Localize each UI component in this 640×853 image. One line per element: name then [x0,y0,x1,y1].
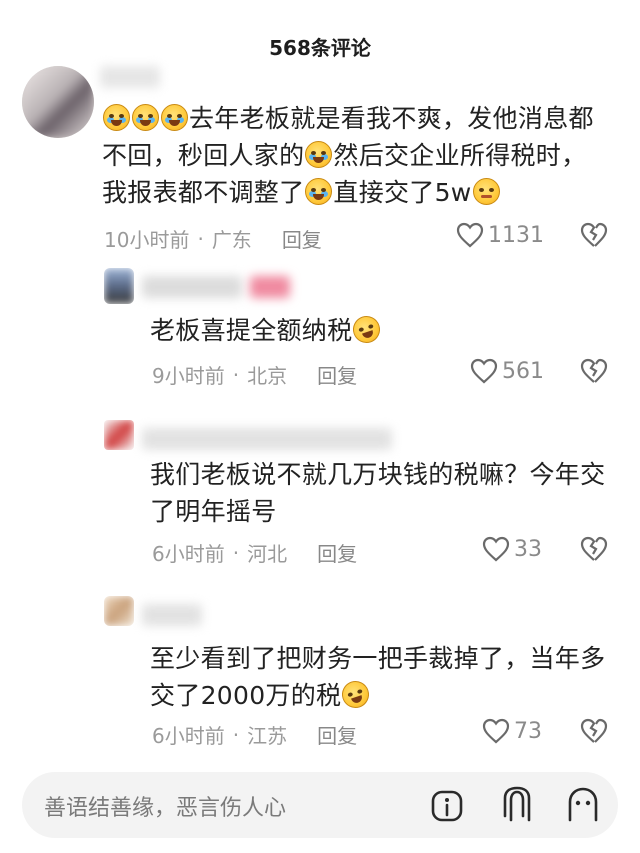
heart-icon [470,358,498,384]
rolling-laughing-emoji-icon [349,312,384,347]
avatar[interactable] [104,596,134,626]
heart-icon [456,222,484,248]
heart-icon [482,536,510,562]
like-button[interactable]: 33 [482,536,542,562]
emoji-icon[interactable] [566,786,600,824]
comment-input-bar[interactable]: 善语结善缘，恶言伤人心 [22,772,618,838]
username[interactable] [100,66,160,88]
avatar[interactable] [104,268,134,304]
like-count: 1131 [488,222,544,248]
image-icon[interactable] [430,786,464,824]
comment-text: 去年老板就是看我不爽，发他消息都 不回，秒回人家的 然后交企业所得税时， 我报表都… [102,104,594,207]
avatar[interactable] [104,420,134,450]
like-count: 33 [514,536,542,562]
comment-text: 老板喜提全额纳税 [150,312,610,349]
avatar[interactable] [22,66,94,138]
comment-text: 我们老板说不就几万块钱的税嘛？今年交 了明年摇号 [150,460,606,526]
comment-input-placeholder[interactable]: 善语结善缘，恶言伤人心 [44,790,286,822]
comment-text: 至少看到了把财务一把手裁掉了，当年多 交了2000万的税 [150,644,606,712]
crying-laughing-emoji-icon [305,178,333,205]
timestamp: 10小时前 [104,228,190,252]
at-icon[interactable] [500,786,534,824]
user-badge [250,276,290,298]
heart-icon [482,718,510,744]
timestamp: 9小时前 [152,364,225,388]
reply-button[interactable]: 回复 [282,224,322,253]
shy-emoji-icon [472,178,500,205]
broken-heart-icon[interactable] [580,358,608,384]
comment-count-title: 568条评论 [269,36,371,60]
location: 江苏 [247,724,288,748]
broken-heart-icon[interactable] [580,222,608,248]
like-count: 561 [502,358,544,384]
comment-meta: 6小时前 · 江苏 回复 [152,720,357,749]
reply-button[interactable]: 回复 [317,360,357,389]
username[interactable] [142,604,202,626]
reply-button[interactable]: 回复 [317,538,357,567]
username[interactable] [142,428,392,450]
rolling-laughing-emoji-icon [338,677,373,712]
comment-meta: 10小时前 · 广东 回复 [104,224,322,253]
like-button[interactable]: 73 [482,718,542,744]
like-count: 73 [514,718,542,744]
timestamp: 6小时前 [152,542,225,566]
comment-meta: 9小时前 · 北京 回复 [152,360,357,389]
broken-heart-icon[interactable] [580,718,608,744]
reply-button[interactable]: 回复 [317,720,357,749]
location: 北京 [247,364,288,388]
like-button[interactable]: 1131 [456,222,544,248]
location: 广东 [211,228,252,252]
crying-laughing-emoji-icon [161,104,188,131]
comment-meta: 6小时前 · 河北 回复 [152,538,357,567]
crying-laughing-emoji-icon [305,141,333,168]
like-button[interactable]: 561 [470,358,544,384]
crying-laughing-emoji-icon [132,104,159,131]
timestamp: 6小时前 [152,724,225,748]
username[interactable] [142,276,242,298]
crying-laughing-emoji-icon [103,104,130,131]
broken-heart-icon[interactable] [580,536,608,562]
location: 河北 [247,542,288,566]
